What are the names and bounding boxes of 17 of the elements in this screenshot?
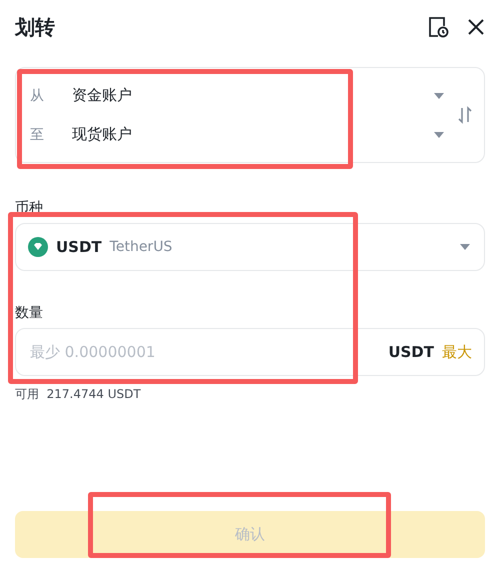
account-label: 从 <box>30 86 45 104</box>
coin-icon <box>28 237 48 257</box>
dialog-title: 划转 <box>15 14 55 40</box>
field-label: 数量 <box>15 304 43 322</box>
caret-icon <box>460 244 470 250</box>
caret-icon <box>434 132 444 138</box>
account-label: 至 <box>30 126 45 144</box>
available-balance: 可用 217.4744 USDT <box>15 386 141 403</box>
caret-icon <box>434 92 444 98</box>
account-select[interactable]: 现货账户 <box>72 125 434 144</box>
coin-select[interactable]: USDT TetherUS <box>15 223 485 271</box>
account-select[interactable]: 资金账户 <box>72 86 434 105</box>
unit-label: USDT <box>388 343 434 361</box>
swap-icon[interactable] <box>458 106 472 124</box>
amount-field[interactable]: 最少 0.00000001 USDT 最大 <box>15 328 485 376</box>
close-icon[interactable] <box>467 18 485 36</box>
history-icon[interactable] <box>427 16 449 38</box>
